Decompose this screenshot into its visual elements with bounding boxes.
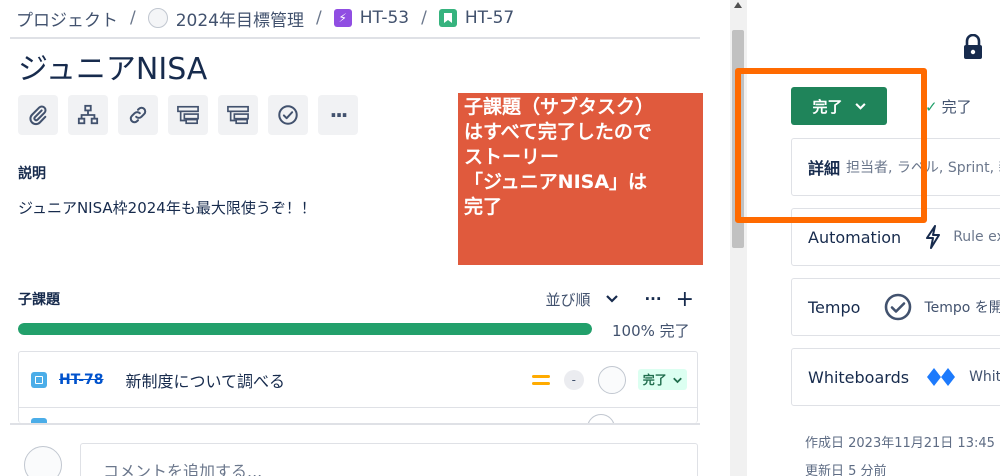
comment-input[interactable]: コメントを追加する... — [80, 443, 698, 476]
list-item[interactable]: HT-78 新制度について調べる - 完了 — [19, 352, 697, 408]
issue-title[interactable]: ジュニアNISA — [18, 44, 207, 88]
chevron-down-icon — [606, 295, 619, 303]
resolution: ✓ 完了 — [925, 96, 972, 117]
automation-subtitle: Rule executions — [953, 229, 1000, 245]
priority-medium-icon — [531, 374, 550, 385]
resolution-label: 完了 — [941, 98, 972, 116]
created-date: 作成日 2023年11月21日 13:45 — [805, 436, 995, 451]
sort-label[interactable]: 並び順 — [545, 289, 590, 310]
project-avatar-icon — [147, 8, 168, 28]
description-label: 説明 — [18, 166, 46, 182]
more-icon: ··· — [329, 103, 349, 127]
current-user-avatar — [24, 446, 62, 476]
subtasks-progress-bar — [18, 323, 592, 335]
tempo-panel[interactable]: Tempo Tempo を開く — [791, 278, 1000, 336]
subtasks-progress-text: 100% 完了 — [612, 322, 690, 340]
subtasks-progress-fill — [18, 323, 592, 335]
annotation-callout: 子課題（サブタスク） はすべて完了したので ストーリー 「ジュニアNISA」は … — [458, 93, 703, 265]
subtask-estimate[interactable]: - — [563, 369, 584, 390]
add-subtask-button[interactable]: + — [676, 287, 694, 312]
lightning-icon — [925, 225, 941, 249]
story-bookmark-icon — [438, 9, 457, 27]
lock-icon[interactable] — [962, 34, 984, 60]
chevron-down-icon — [673, 377, 682, 384]
breadcrumb-story-key[interactable]: HT-57 — [465, 8, 514, 28]
checklist-icon — [278, 105, 298, 125]
tempo-subtitle: Tempo を開く — [924, 300, 1000, 316]
callout-line: 子課題（サブタスク） — [464, 96, 655, 118]
breadcrumb-epic[interactable]: ⚡ HT-53 — [333, 8, 409, 28]
breadcrumb-parent[interactable]: 2024年目標管理 — [147, 6, 304, 31]
description-text[interactable]: ジュニアNISA枠2024年も最大限使うぞ！！ — [18, 197, 316, 218]
issue-main-pane: プロジェクト / 2024年目標管理 / ⚡ HT-53 / HT-57 ジュニ… — [0, 0, 730, 476]
callout-line: はすべて完了したので — [464, 121, 652, 143]
subtask-summary[interactable]: 新制度について調べる — [126, 368, 286, 392]
subtasks-title: 子課題 — [18, 292, 60, 308]
hierarchy-icon — [77, 104, 99, 125]
breadcrumb-separator: / — [316, 8, 322, 28]
callout-line: ストーリー — [464, 146, 560, 168]
subtask-key[interactable]: HT-78 — [59, 372, 104, 388]
whiteboards-panel[interactable]: Whiteboards Whiteboards — [791, 348, 1000, 406]
subtasks-header: 子課題 並び順 ··· + — [18, 287, 698, 312]
scroll-up-arrow-icon[interactable] — [734, 2, 742, 8]
assignee-avatar[interactable] — [597, 365, 626, 394]
breadcrumb-epic-key[interactable]: HT-53 — [360, 8, 409, 28]
sort-dropdown[interactable]: 並び順 — [545, 289, 619, 310]
breadcrumb-story[interactable]: HT-57 — [438, 8, 514, 28]
breadcrumb-parent-label[interactable]: 2024年目標管理 — [176, 6, 304, 31]
child-issue-icon — [177, 105, 199, 125]
callout-line: 「ジュニアNISA」は — [464, 171, 648, 193]
subtask-status-label: 完了 — [642, 373, 667, 387]
paperclip-icon — [29, 105, 47, 126]
callout-line: 完了 — [464, 196, 503, 218]
updated-date: 更新日 5 分前 — [805, 464, 887, 476]
link-issue-button[interactable] — [118, 95, 158, 135]
child-issue-button-2[interactable] — [218, 95, 258, 135]
tempo-check-icon — [884, 293, 912, 321]
more-actions-button[interactable]: ··· — [318, 95, 358, 135]
automation-title: Automation — [808, 227, 902, 247]
whiteboards-title: Whiteboards — [808, 367, 910, 387]
tempo-title: Tempo — [808, 297, 861, 317]
child-issue-icon — [227, 105, 249, 125]
whiteboards-logo-icon — [925, 366, 957, 388]
comment-placeholder: コメントを追加する... — [103, 462, 263, 476]
breadcrumb-project[interactable]: プロジェクト — [16, 6, 118, 31]
breadcrumb-separator: / — [130, 8, 136, 28]
child-issue-button[interactable] — [168, 95, 208, 135]
breadcrumb-project-label[interactable]: プロジェクト — [16, 6, 118, 31]
epic-lightning-icon: ⚡ — [333, 9, 352, 27]
checklist-button[interactable] — [268, 95, 308, 135]
breadcrumb-separator: / — [421, 8, 427, 28]
subtasks-actions: 並び順 ··· + — [545, 287, 698, 312]
subtasks-more-button[interactable]: ··· — [644, 290, 661, 308]
annotation-highlight-box — [735, 68, 927, 223]
subtask-type-icon — [31, 371, 47, 388]
subtask-status-badge[interactable]: 完了 — [637, 369, 687, 390]
subtasks-list: HT-78 新制度について調べる - 完了 — [18, 351, 698, 424]
divider — [10, 37, 700, 39]
create-child-button[interactable] — [68, 95, 108, 135]
link-icon — [129, 106, 147, 124]
divider — [10, 423, 700, 425]
list-item[interactable] — [19, 408, 697, 424]
attach-button[interactable] — [18, 95, 58, 135]
issue-toolbar: ··· — [18, 95, 358, 135]
whiteboards-subtitle: Whiteboards — [969, 369, 1000, 385]
breadcrumb: プロジェクト / 2024年目標管理 / ⚡ HT-53 / HT-57 — [16, 4, 514, 32]
